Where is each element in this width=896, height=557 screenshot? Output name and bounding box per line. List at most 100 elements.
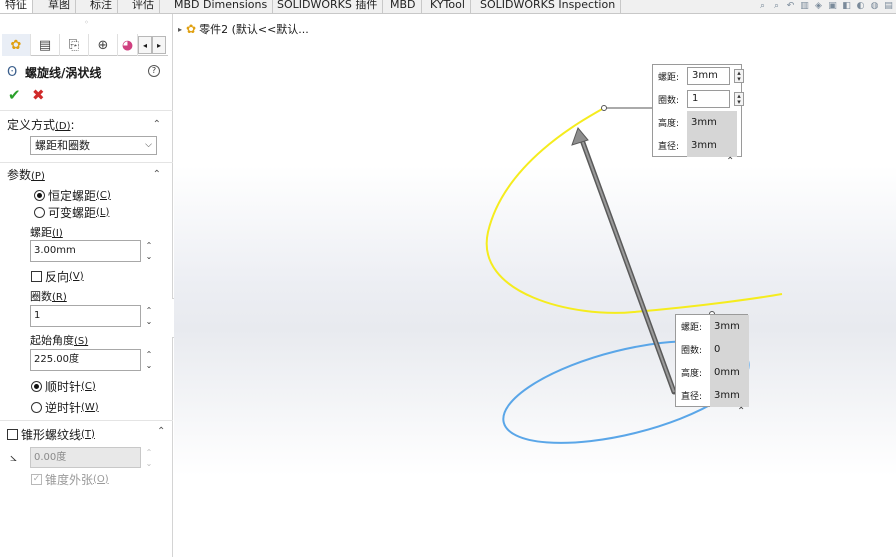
chevron-left-icon: ◂ <box>142 40 147 50</box>
callout-height-value: 3mm <box>687 111 737 134</box>
taper-helix-checkbox[interactable]: 锥形螺纹线 (T) <box>7 426 95 442</box>
definition-header-label: 定义方式 <box>7 118 56 132</box>
definition-header-suffix: : <box>70 118 75 132</box>
start-angle-spinner[interactable]: ⌃ ⌄ <box>143 349 155 371</box>
callout-height-value: 0mm <box>710 361 749 384</box>
feature-title-label: 螺旋线/涡状线 <box>25 65 102 80</box>
revolutions-spinner[interactable]: ⌃ ⌄ <box>143 305 155 327</box>
cancel-button[interactable]: ✖ <box>32 86 45 104</box>
help-icon[interactable]: ? <box>148 65 160 77</box>
start-angle-label-text: 起始角度 <box>30 334 74 347</box>
callout-key: 螺距: <box>658 73 680 83</box>
start-angle-label: 起始角度(S) <box>30 334 88 348</box>
clockwise-key: (C) <box>81 380 96 392</box>
pitch-label: 螺距(I) <box>30 226 63 240</box>
start-angle-input[interactable]: 225.00度 <box>30 349 141 371</box>
collapse-caret-icon[interactable]: ⌃ <box>153 117 161 133</box>
callout-row-height: 高度: 0mm <box>676 361 749 384</box>
callout-key: 圈数: <box>681 346 703 356</box>
parameters-section-header[interactable]: 参数(P) ⌃ <box>7 167 167 183</box>
collapse-caret-icon[interactable]: ⌃ <box>153 167 161 183</box>
reverse-label: 反向 <box>45 269 70 284</box>
helix-callout-bottom[interactable]: 螺距: 3mm 圈数: 0 高度: 0mm 直径: 3mm <box>675 314 749 407</box>
pitch-input[interactable]: 3.00mm <box>30 240 141 262</box>
display-manager-tab[interactable]: ◕ <box>118 34 138 56</box>
variable-pitch-radio[interactable]: 可变螺距 (L) <box>34 204 109 220</box>
counterclockwise-key: (W) <box>81 401 99 413</box>
pitch-label-key: (I) <box>52 228 63 239</box>
configuration-manager-tab[interactable]: ⎘ <box>60 34 89 56</box>
section-view-icon[interactable]: ▥ <box>799 1 810 11</box>
appearance-icon[interactable]: ◐ <box>855 1 866 11</box>
direction-arrow-head[interactable] <box>571 127 589 146</box>
property-list-icon: ▤ <box>38 37 52 53</box>
revolutions-label: 圈数(R) <box>30 290 67 304</box>
configuration-icon: ⎘ <box>68 37 80 53</box>
helix-callout-top[interactable]: 螺距: 3mm ▴ ▾ 圈数: 1 ▴ ▾ 高度: 3mm 直径: 3mm <box>652 64 744 157</box>
callout-collapse-caret-icon[interactable]: ⌃ <box>726 156 734 167</box>
previous-view-icon[interactable]: ↶ <box>785 1 796 11</box>
heads-up-toolbar: ⌕ ⌕ ↶ ▥ ◈ ▣ ◧ ◐ ◍ ▤ <box>757 0 894 12</box>
callout-key: 高度: <box>658 119 680 129</box>
callout-diameter-value: 3mm <box>710 384 749 407</box>
counterclockwise-radio[interactable]: 逆时针 (W) <box>31 399 99 415</box>
tab-sketch[interactable]: 草图 <box>43 0 76 13</box>
property-manager-tab[interactable]: ▤ <box>31 34 60 56</box>
tab-evaluate[interactable]: 评估 <box>127 0 160 13</box>
callout-collapse-caret-icon[interactable]: ⌃ <box>737 406 745 417</box>
collapse-caret-icon[interactable]: ⌃ <box>157 426 166 437</box>
callout-revolutions-input[interactable]: 1 <box>687 90 730 108</box>
helix-start-point[interactable] <box>601 105 607 111</box>
dimxpert-manager-tab[interactable]: ⊕ <box>89 34 118 56</box>
taper-angle-spinner[interactable]: ⌃ ⌄ <box>143 447 155 468</box>
property-manager: ◦ ✿ ▤ ⎘ ⊕ ◕ ◂ ▸ ʘ 螺旋线/涡状线 ? ✔ ✖ 定义方式(D):… <box>0 14 173 557</box>
ok-button[interactable]: ✔ <box>8 86 21 104</box>
tab-mbd[interactable]: MBD <box>385 0 422 13</box>
callout-row-height: 高度: 3mm <box>653 111 737 134</box>
tab-mbd-dimensions[interactable]: MBD Dimensions <box>169 0 274 13</box>
display-style-icon[interactable]: ▣ <box>827 1 838 11</box>
tabs-scroll-right-button[interactable]: ▸ <box>152 36 166 54</box>
tab-kytool[interactable]: KYTool <box>425 0 471 13</box>
radio-unselected-icon <box>31 401 42 413</box>
checkbox-icon <box>31 270 42 282</box>
parameters-header-label: 参数 <box>7 168 32 182</box>
reverse-direction-checkbox[interactable]: 反向 (V) <box>31 268 84 284</box>
view-settings-icon[interactable]: ▤ <box>883 1 894 11</box>
feature-manager-tab[interactable]: ✿ <box>2 34 31 56</box>
constant-pitch-radio[interactable]: 恒定螺距 (C) <box>34 187 111 203</box>
callout-pitch-spinner[interactable]: ▴ ▾ <box>734 69 744 83</box>
callout-pitch-input[interactable]: 3mm <box>687 67 730 85</box>
tab-solidworks-addins[interactable]: SOLIDWORKS 插件 <box>272 0 384 13</box>
pitch-spinner[interactable]: ⌃ ⌄ <box>143 240 155 262</box>
clockwise-radio[interactable]: 顺时针 (C) <box>31 378 96 394</box>
tab-markup[interactable]: 标注 <box>85 0 118 13</box>
definition-select[interactable]: 螺距和圈数 ⌵ <box>30 136 157 155</box>
callout-revolutions-spinner[interactable]: ▴ ▾ <box>734 92 744 106</box>
tabs-scroll-left-button[interactable]: ◂ <box>138 36 152 54</box>
zoom-fit-icon[interactable]: ⌕ <box>757 1 768 11</box>
hide-show-icon[interactable]: ◧ <box>841 1 852 11</box>
radio-selected-icon <box>31 380 42 392</box>
callout-revolutions-value: 0 <box>710 338 749 361</box>
chevron-down-icon: ⌵ <box>145 140 152 150</box>
revolutions-label-text: 圈数 <box>30 290 52 303</box>
view-orientation-icon[interactable]: ◈ <box>813 1 824 11</box>
callout-row-revolutions: 圈数: 1 ▴ ▾ <box>653 88 744 111</box>
graphics-area[interactable]: ▸ ✿ 零件2 (默认<<默认... 螺距: 3mm ▴ ▾ 圈数: 1 ▴ ▾ 高… <box>174 14 896 557</box>
zoom-area-icon[interactable]: ⌕ <box>771 1 782 11</box>
taper-header-key: (T) <box>81 428 95 440</box>
checkbox-icon <box>7 428 18 440</box>
divider <box>0 420 173 421</box>
taper-angle-input[interactable]: 0.00度 <box>30 447 141 468</box>
taper-outward-label: 锥度外张 <box>45 472 94 487</box>
scene-icon[interactable]: ◍ <box>869 1 880 11</box>
definition-section-header[interactable]: 定义方式(D): ⌃ <box>7 117 167 133</box>
clockwise-label: 顺时针 <box>45 379 82 394</box>
revolutions-input[interactable]: 1 <box>30 305 141 327</box>
panel-grip-icon[interactable]: ◦ <box>0 16 173 30</box>
counterclockwise-label: 逆时针 <box>45 400 82 415</box>
tab-features[interactable]: 特征 <box>0 0 33 13</box>
tab-solidworks-inspection[interactable]: SOLIDWORKS Inspection <box>475 0 622 13</box>
taper-outward-checkbox[interactable]: ✓ 锥度外张 (O) <box>31 471 109 487</box>
